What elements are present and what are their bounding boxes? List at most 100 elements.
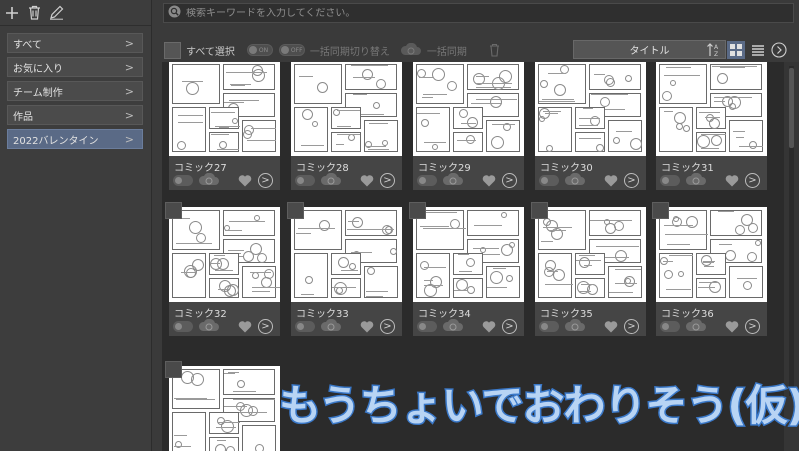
select-all-label[interactable]: すべて選択 <box>186 43 235 58</box>
cloud-sync-icon[interactable] <box>442 318 464 333</box>
sync-toggle[interactable] <box>417 321 437 332</box>
comic-card[interactable]: コミック34 > <box>413 207 524 336</box>
open-circle-icon[interactable]: > <box>624 319 639 334</box>
cloud-sync-icon[interactable] <box>198 318 220 333</box>
filter-team[interactable]: チーム制作 > <box>7 81 143 101</box>
card-select-checkbox[interactable] <box>531 202 548 219</box>
comic-card[interactable]: コミック33 > <box>291 207 402 336</box>
toggle-off-switch[interactable]: OFF <box>278 44 305 56</box>
comic-thumbnail[interactable] <box>656 207 767 302</box>
sync-toggle[interactable] <box>539 175 559 186</box>
comic-thumbnail[interactable] <box>656 62 767 156</box>
toggle-on-label: ON <box>258 46 269 54</box>
add-icon[interactable] <box>4 5 20 21</box>
open-circle-icon[interactable]: > <box>745 319 760 334</box>
filter-works[interactable]: 作品 > <box>7 105 143 125</box>
comic-card[interactable]: コミック32 > <box>169 207 280 336</box>
comic-thumbnail[interactable] <box>413 207 524 302</box>
heart-icon[interactable] <box>725 320 739 333</box>
card-footer: コミック30 > <box>535 156 646 190</box>
cloud-sync-icon[interactable] <box>400 43 422 57</box>
card-footer: コミック35 > <box>535 302 646 336</box>
comic-thumbnail[interactable] <box>535 62 646 156</box>
heart-icon[interactable] <box>725 174 739 187</box>
card-footer: コミック34 > <box>413 302 524 336</box>
handwritten-caption: もうちょいでおわりそう(仮) <box>278 380 799 432</box>
filter-all[interactable]: すべて > <box>7 33 143 53</box>
cloud-sync-icon[interactable] <box>198 172 220 187</box>
comic-thumbnail[interactable] <box>169 366 280 451</box>
cloud-sync-icon[interactable] <box>564 172 586 187</box>
comic-card[interactable]: コミック30 > <box>535 62 646 190</box>
open-circle-icon[interactable]: > <box>380 319 395 334</box>
card-select-checkbox[interactable] <box>409 202 426 219</box>
heart-icon[interactable] <box>482 320 496 333</box>
comic-thumbnail[interactable] <box>535 207 646 302</box>
cloud-sync-icon[interactable] <box>442 172 464 187</box>
comic-card[interactable]: コミック27 > <box>169 62 280 190</box>
comic-card[interactable]: コミック31 > <box>656 62 767 190</box>
card-select-checkbox[interactable] <box>165 202 182 219</box>
sync-switch-label[interactable]: 一括同期切り替え <box>310 43 390 58</box>
cloud-sync-icon[interactable] <box>685 318 707 333</box>
heart-icon[interactable] <box>604 174 618 187</box>
filter-label: すべて <box>13 39 42 51</box>
comic-card[interactable] <box>169 366 280 451</box>
sync-toggle[interactable] <box>539 321 559 332</box>
open-circle-icon[interactable]: > <box>380 173 395 188</box>
comic-card[interactable]: コミック28 > <box>291 62 402 190</box>
list-view-icon[interactable] <box>749 41 767 59</box>
card-title: コミック31 <box>661 163 714 174</box>
open-circle-icon[interactable]: > <box>745 173 760 188</box>
sync-toggle[interactable] <box>295 175 315 186</box>
comic-thumbnail[interactable] <box>413 62 524 156</box>
heart-icon[interactable] <box>238 320 252 333</box>
heart-icon[interactable] <box>604 320 618 333</box>
cloud-sync-icon[interactable] <box>685 172 707 187</box>
sort-order-icon[interactable]: AZ <box>705 41 723 59</box>
sync-toggle[interactable] <box>417 175 437 186</box>
trash-icon[interactable] <box>489 43 500 57</box>
open-circle-icon[interactable]: > <box>258 173 273 188</box>
grid-view-icon[interactable] <box>727 41 745 59</box>
comic-card[interactable]: コミック29 > <box>413 62 524 190</box>
filter-favorites[interactable]: お気に入り > <box>7 57 143 77</box>
filter-label: お気に入り <box>13 63 63 75</box>
open-circle-icon[interactable]: > <box>258 319 273 334</box>
select-all-checkbox[interactable] <box>164 41 181 59</box>
heart-icon[interactable] <box>238 174 252 187</box>
heart-icon[interactable] <box>360 174 374 187</box>
comic-card[interactable]: コミック36 > <box>656 207 767 336</box>
sort-dropdown[interactable]: タイトル <box>573 40 726 59</box>
comic-card[interactable]: コミック35 > <box>535 207 646 336</box>
open-circle-icon[interactable]: > <box>502 173 517 188</box>
comic-thumbnail[interactable] <box>291 62 402 156</box>
cloud-sync-icon[interactable] <box>320 172 342 187</box>
cloud-sync-icon[interactable] <box>564 318 586 333</box>
cloud-sync-icon[interactable] <box>320 318 342 333</box>
filter-valentine-2022[interactable]: 2022バレンタイン > <box>7 129 143 149</box>
open-circle-icon[interactable]: > <box>502 319 517 334</box>
comic-thumbnail[interactable] <box>291 207 402 302</box>
comic-thumbnail[interactable] <box>169 62 280 156</box>
sync-toggle[interactable] <box>295 321 315 332</box>
comic-thumbnail[interactable] <box>169 207 280 302</box>
pencil-icon[interactable] <box>48 5 64 21</box>
card-select-checkbox[interactable] <box>287 202 304 219</box>
scroll-thumb[interactable] <box>789 68 794 148</box>
heart-icon[interactable] <box>482 174 496 187</box>
trash-icon[interactable] <box>26 5 42 21</box>
card-select-checkbox[interactable] <box>165 361 182 378</box>
svg-text:A: A <box>714 44 719 51</box>
next-circle-icon[interactable] <box>770 41 788 59</box>
sync-toggle[interactable] <box>660 175 680 186</box>
toggle-on-switch[interactable]: ON <box>246 44 273 56</box>
sync-toggle[interactable] <box>173 175 193 186</box>
sync-toggle[interactable] <box>173 321 193 332</box>
sync-toggle[interactable] <box>660 321 680 332</box>
bulk-sync-label[interactable]: 一括同期 <box>427 43 467 58</box>
heart-icon[interactable] <box>360 320 374 333</box>
open-circle-icon[interactable]: > <box>624 173 639 188</box>
search-input[interactable] <box>186 7 746 19</box>
card-select-checkbox[interactable] <box>652 202 669 219</box>
